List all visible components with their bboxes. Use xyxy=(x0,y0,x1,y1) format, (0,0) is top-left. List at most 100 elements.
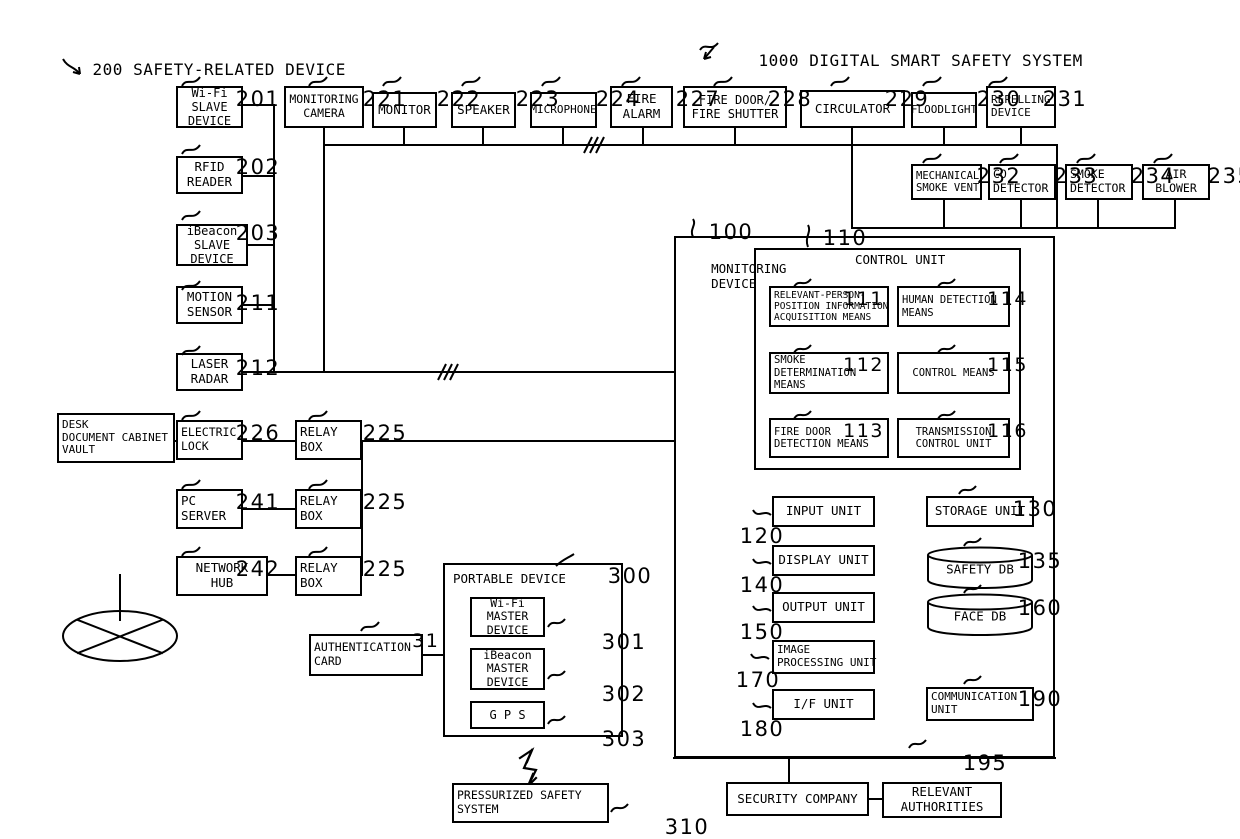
label-line: DEVICE xyxy=(486,622,529,637)
lead-170 xyxy=(750,653,770,660)
ref-241: 241 xyxy=(235,490,281,514)
module-wifi-master-301[interactable]: Wi-Fi MASTER DEVICE xyxy=(470,596,545,637)
unit-if-180[interactable]: I/F UNIT xyxy=(772,689,875,720)
ref-228: 228 xyxy=(767,87,813,111)
unit-display-140[interactable]: DISPLAY UNIT xyxy=(772,545,875,576)
lead-212 xyxy=(181,345,201,356)
label-line: BOX xyxy=(300,439,323,454)
ref-195: 195 xyxy=(962,751,1008,775)
label-line: PROCESSING UNIT xyxy=(777,656,877,669)
label-line: SYSTEM xyxy=(457,802,499,816)
label-line: PC xyxy=(181,493,197,509)
lead-224 xyxy=(541,76,561,87)
lead-226 xyxy=(181,410,201,421)
lead-233 xyxy=(999,153,1019,164)
lead-303 xyxy=(547,715,566,725)
ref-115: 115 xyxy=(987,354,1028,376)
lead-228 xyxy=(713,76,733,87)
device-desk-document-cabinet-vault[interactable]: DESK DOCUMENT CABINET VAULT xyxy=(57,413,175,463)
lead-31 xyxy=(360,621,380,632)
label-line: MEANS xyxy=(774,379,806,392)
lead-225-a xyxy=(308,410,328,421)
ref-225-a: 225 xyxy=(362,421,408,445)
lead-302 xyxy=(547,670,566,680)
lead-195 xyxy=(908,739,927,749)
ref-203: 203 xyxy=(235,221,281,245)
ref-190: 190 xyxy=(1017,687,1063,711)
lead-211 xyxy=(181,280,201,291)
label-line: VAULT xyxy=(62,443,96,457)
lead-225-c xyxy=(308,546,328,557)
label-line: DEVICE xyxy=(187,114,232,129)
label-line: INPUT UNIT xyxy=(785,503,862,519)
module-gps-303[interactable]: G P S xyxy=(470,701,545,729)
ref-225-b: 225 xyxy=(362,490,408,514)
monitoring-device-label: MONITORING DEVICE xyxy=(681,247,786,306)
ref-201: 201 xyxy=(235,87,281,111)
lead-203 xyxy=(181,210,201,221)
label-line: ACQUISITION MEANS xyxy=(774,312,872,324)
lead-130 xyxy=(958,485,977,495)
lead-135 xyxy=(963,537,982,547)
label-line: MASTER xyxy=(486,661,529,676)
label-line: DEVICE xyxy=(486,674,529,689)
lead-234 xyxy=(1076,153,1096,164)
ref-301: 301 xyxy=(601,630,647,654)
module-ibeacon-master-302[interactable]: iBeacon MASTER DEVICE xyxy=(470,648,545,690)
label-line: DISPLAY UNIT xyxy=(778,552,869,568)
label-line: AUTHORITIES xyxy=(900,799,984,814)
label-line: I/F UNIT xyxy=(793,696,854,712)
lead-222 xyxy=(382,76,402,87)
lead-190 xyxy=(963,675,982,685)
ref-302: 302 xyxy=(601,682,647,706)
lead-arrow-200 xyxy=(62,58,81,75)
lead-180 xyxy=(752,702,772,709)
label-line: BOX xyxy=(300,508,323,523)
unit-image-processing-170[interactable]: IMAGE PROCESSING UNIT xyxy=(772,640,877,674)
lead-110 xyxy=(805,224,811,248)
lead-115 xyxy=(937,344,956,354)
ref-225-c: 225 xyxy=(362,557,408,581)
lead-113 xyxy=(793,410,812,420)
lead-202 xyxy=(181,144,201,155)
lead-100 xyxy=(690,218,696,238)
unit-input-120[interactable]: INPUT UNIT xyxy=(772,496,875,527)
conductor-slash-marks-top xyxy=(583,136,605,154)
label-line: iBeacon xyxy=(483,647,532,662)
label-line: UNIT xyxy=(931,703,958,716)
label-line: DEVICE xyxy=(190,252,234,267)
ref-235: 235 xyxy=(1207,164,1240,188)
lead-140 xyxy=(752,558,772,565)
label-line: DESK xyxy=(62,417,89,431)
lead-221 xyxy=(308,76,328,87)
ref-229: 229 xyxy=(884,87,930,111)
lead-231 xyxy=(988,76,1008,87)
lead-300 xyxy=(555,553,575,567)
label-line: RELEVANT xyxy=(911,784,973,800)
label-line: G P S xyxy=(489,707,526,722)
ref-231: 231 xyxy=(1042,87,1088,111)
ref-114: 114 xyxy=(987,288,1028,310)
lead-242 xyxy=(181,546,201,557)
lead-232 xyxy=(922,153,942,164)
ref-113: 113 xyxy=(843,420,884,442)
unit-output-150[interactable]: OUTPUT UNIT xyxy=(772,592,875,623)
lead-114 xyxy=(937,278,956,288)
label-line: SECURITY COMPANY xyxy=(737,790,858,806)
ref-300: 300 xyxy=(607,564,653,588)
patent-figure-canvas: 200 SAFETY-RELATED DEVICE 1000 DIGITAL S… xyxy=(0,0,1240,839)
lead-230 xyxy=(922,76,942,87)
ref-242: 242 xyxy=(235,557,281,581)
external-relevant-authorities[interactable]: RELEVANT AUTHORITIES xyxy=(882,782,1002,818)
ref-112: 112 xyxy=(843,354,884,376)
device-pressurized-safety-system-310[interactable]: PRESSURIZED SAFETY SYSTEM xyxy=(452,783,609,823)
ref-135: 135 xyxy=(1017,549,1063,573)
lead-111 xyxy=(793,278,812,288)
portable-device-title: PORTABLE DEVICE xyxy=(453,571,566,586)
lead-225-b xyxy=(308,479,328,490)
lead-223 xyxy=(461,76,481,87)
external-security-company[interactable]: SECURITY COMPANY xyxy=(726,782,869,816)
lead-120 xyxy=(752,509,772,516)
lead-116 xyxy=(937,410,956,420)
lead-310 xyxy=(610,803,629,813)
